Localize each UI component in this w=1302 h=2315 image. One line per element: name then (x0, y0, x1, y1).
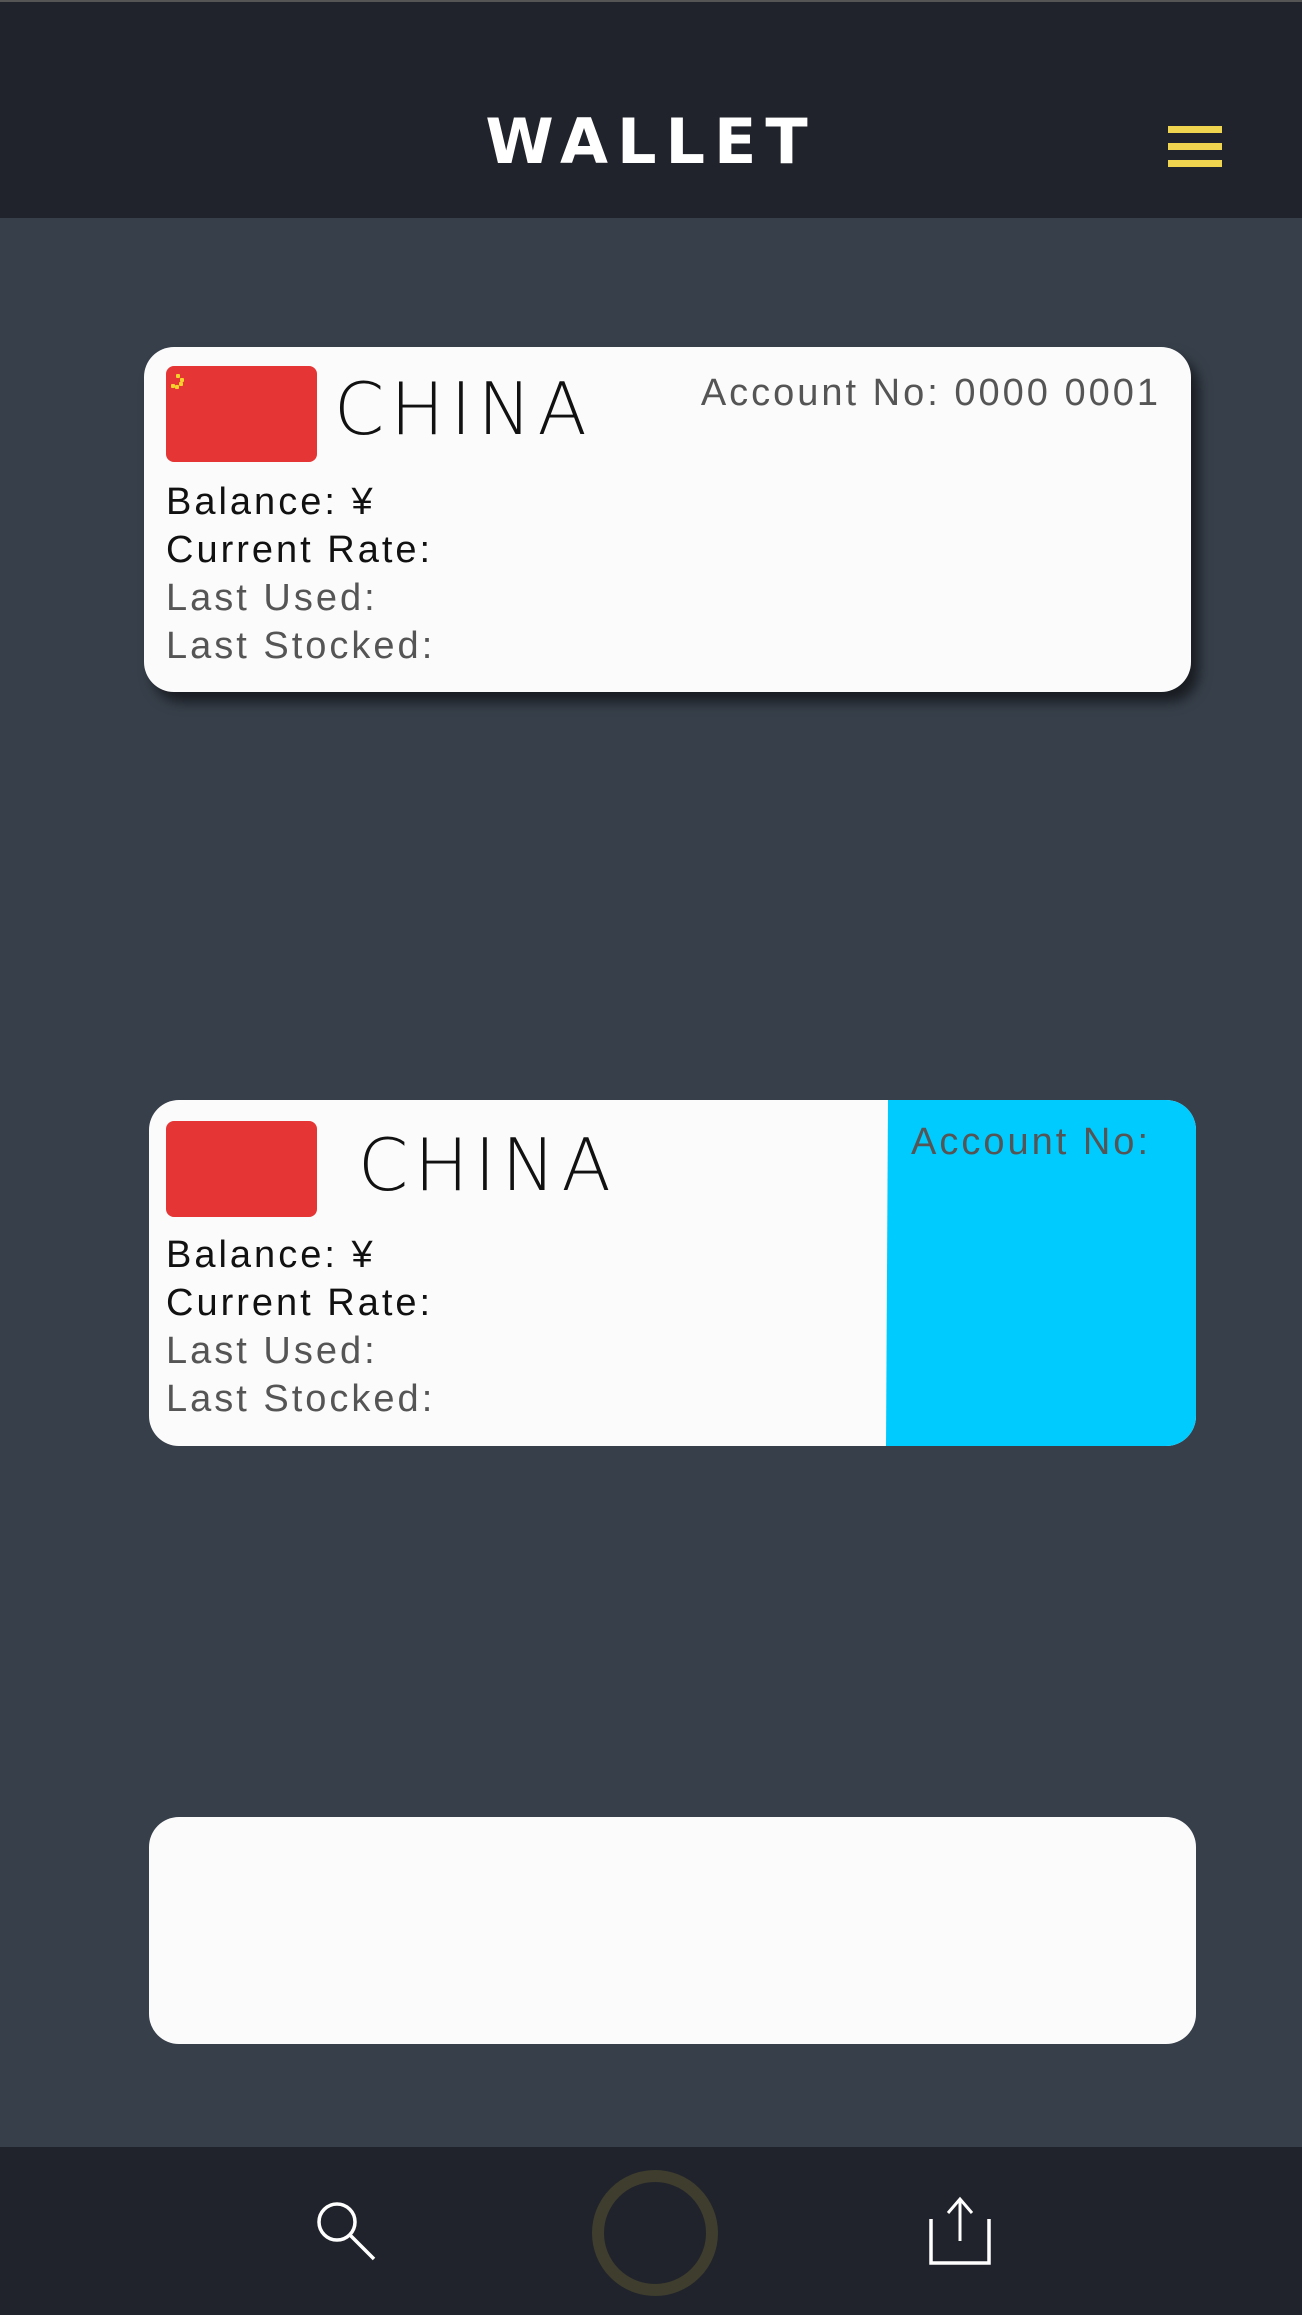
account-number: Account No: 0000 0001 (700, 372, 1161, 414)
balance-label: Balance: ¥ (166, 1234, 376, 1276)
current-rate-label: Current Rate: (166, 1282, 434, 1324)
account-number: Account No: (911, 1121, 1151, 1163)
current-rate-label: Current Rate: (166, 529, 434, 571)
country-name: CHINA (358, 1123, 617, 1207)
bottom-nav (0, 2147, 1302, 2315)
last-stocked-label: Last Stocked: (166, 1378, 436, 1420)
last-used-label: Last Used: (166, 1330, 378, 1372)
empty-account-card[interactable] (149, 1817, 1196, 2044)
china-flag-icon (166, 366, 317, 462)
app-header: WALLET (0, 0, 1302, 218)
last-stocked-label: Last Stocked: (166, 625, 436, 667)
country-name: CHINA (334, 367, 593, 451)
share-icon[interactable] (925, 2195, 995, 2267)
page-title: WALLET (485, 105, 817, 178)
account-card[interactable]: CHINA Account No: 0000 0001 Balance: ¥ C… (144, 347, 1191, 692)
home-circle-icon[interactable] (589, 2167, 721, 2299)
account-card[interactable]: CHINA Account No: Balance: ¥ Current Rat… (149, 1100, 1196, 1446)
balance-label: Balance: ¥ (166, 481, 376, 523)
last-used-label: Last Used: (166, 577, 378, 619)
search-icon[interactable] (312, 2197, 378, 2263)
hamburger-menu-icon[interactable] (1168, 124, 1224, 172)
china-flag-icon (166, 1121, 317, 1217)
